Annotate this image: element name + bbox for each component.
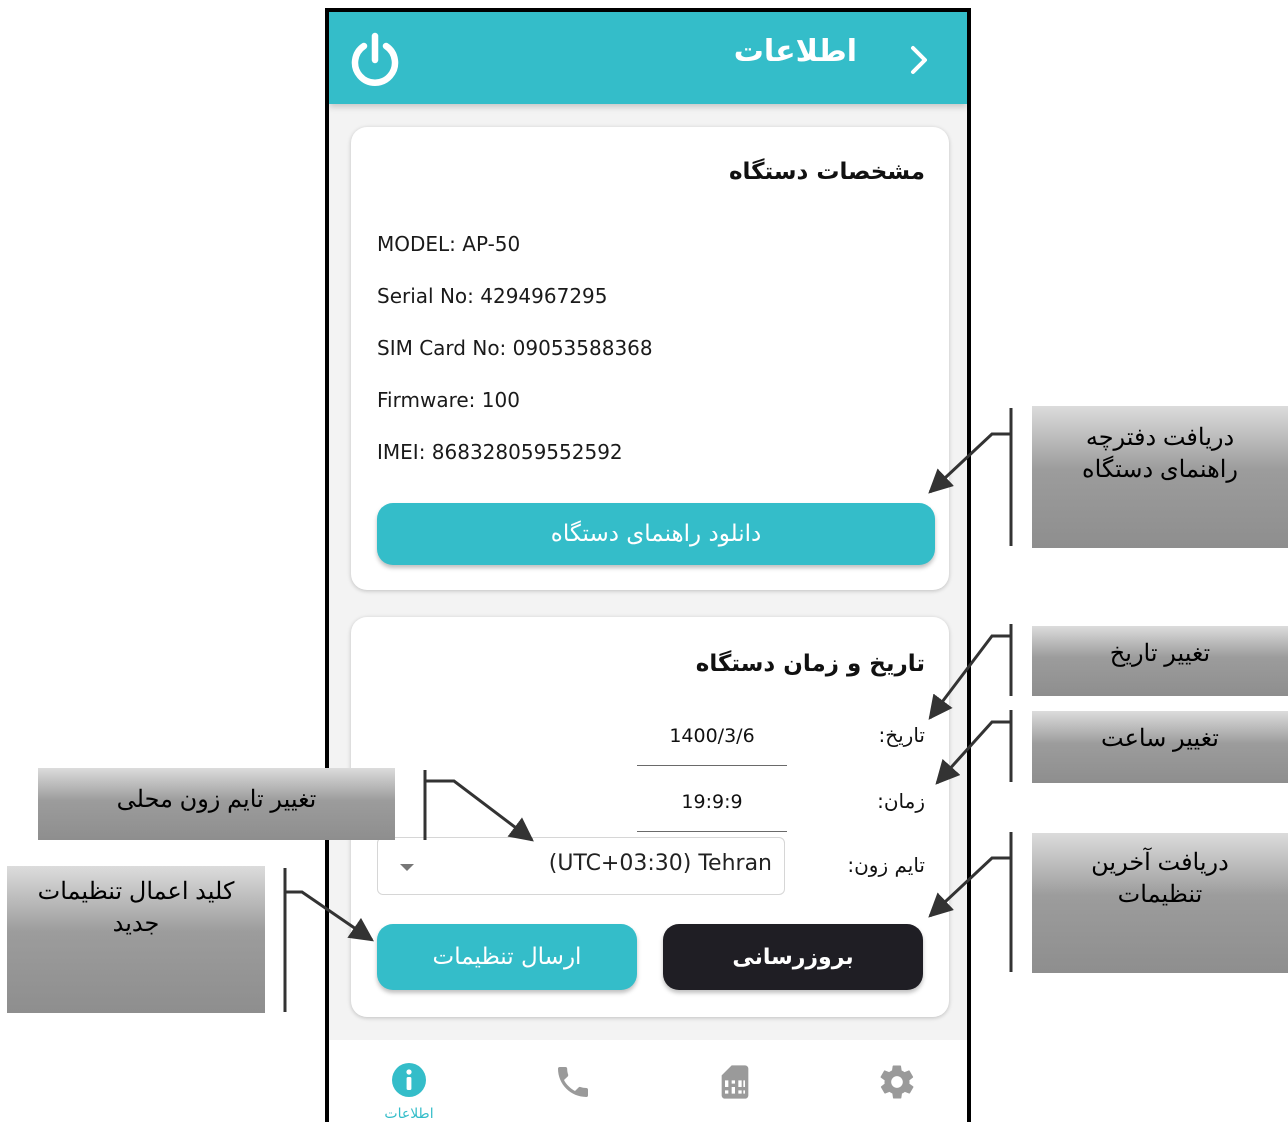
callout-apply-line2: جدید	[112, 910, 160, 938]
callout-apply-line1: کلید اعمال تنظیمات	[37, 878, 235, 905]
callout-latest-line1: دریافت آخرین	[1091, 849, 1229, 876]
callout-latest-line2: تنظیمات	[1117, 881, 1203, 909]
callout-manual-line2: راهنمای دستگاه	[1082, 456, 1238, 484]
callout-manual: دریافت دفترچه راهنمای دستگاه	[1032, 406, 1288, 548]
callout-change-date: تغییر تاریخ	[1032, 626, 1288, 696]
callout-latest-settings: دریافت آخرین تنظیمات	[1032, 833, 1288, 973]
callout-timezone: تغییر تایم زون محلی	[38, 768, 395, 840]
callout-manual-line1: دریافت دفترچه	[1085, 424, 1235, 451]
callout-change-time: تغییر ساعت	[1032, 711, 1288, 783]
callout-apply-settings: کلید اعمال تنظیمات جدید	[7, 866, 265, 1013]
